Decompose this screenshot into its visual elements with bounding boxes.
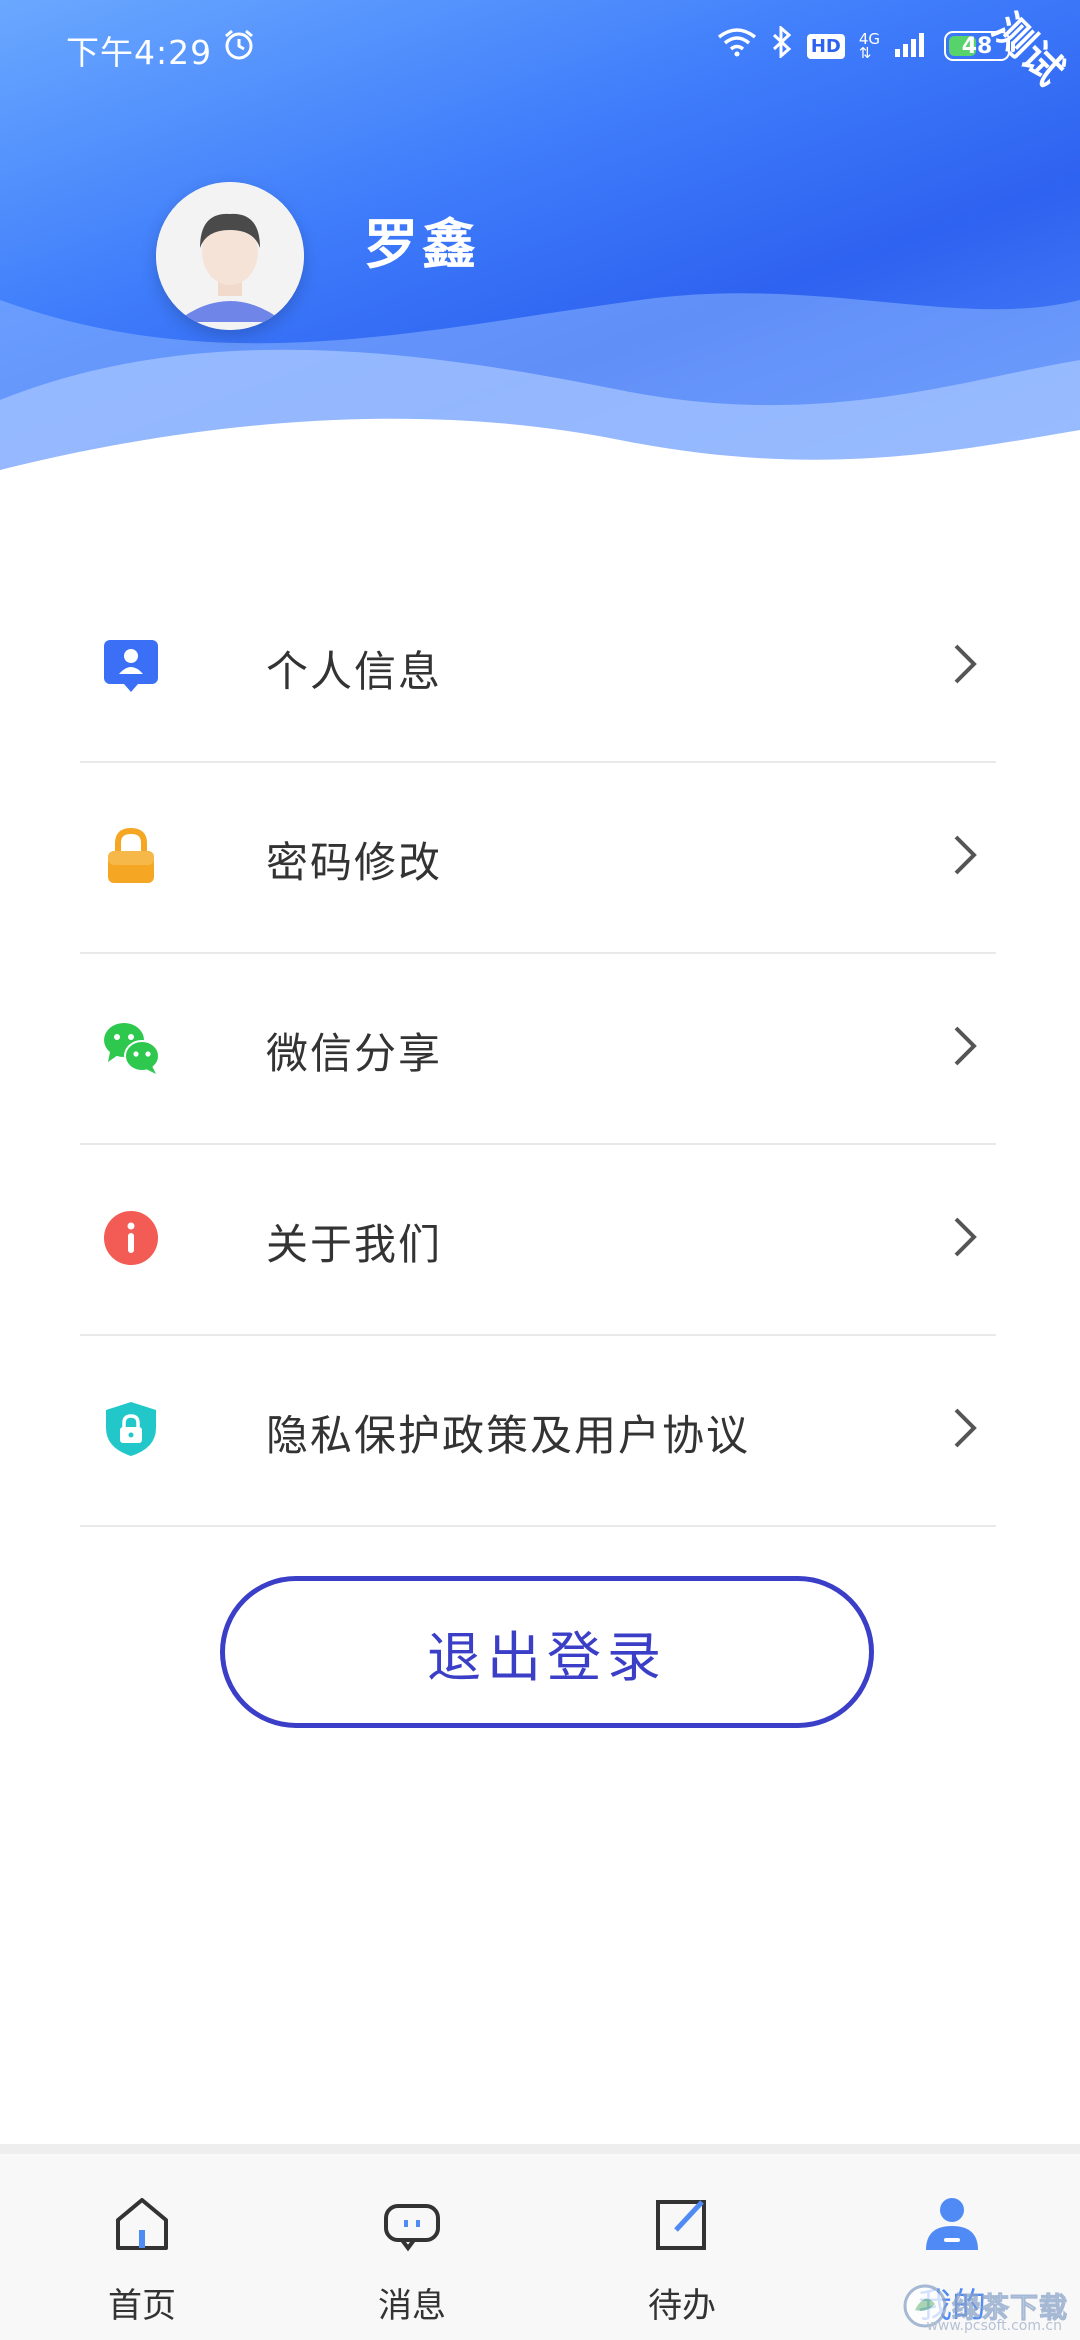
chevron-right-icon — [954, 1217, 977, 1257]
chevron-right-icon — [954, 644, 977, 684]
menu-label: 个人信息 — [266, 647, 443, 696]
home-icon — [116, 2198, 168, 2250]
menu-item-personal-info[interactable]: 个人信息 — [80, 572, 996, 763]
alarm-icon — [222, 28, 256, 70]
menu-item-change-password[interactable]: 密码修改 — [80, 763, 996, 954]
bottom-tab-bar: 首页 消息 待办 我的 绿茶下载 www.pcsoft.com.cn — [0, 2144, 1080, 2340]
tab-home[interactable]: 首页 — [42, 2154, 242, 2340]
menu-label: 关于我们 — [266, 1220, 443, 1269]
tab-label: 消息 — [378, 2286, 446, 2326]
tab-label: 待办 — [648, 2286, 716, 2326]
menu-label: 隐私保护政策及用户协议 — [266, 1411, 751, 1460]
tab-todo[interactable]: 待办 — [582, 2154, 782, 2340]
todo-edit-icon — [656, 2200, 706, 2250]
shield-lock-icon — [106, 1402, 156, 1456]
status-time: 下午4:29 — [66, 33, 213, 72]
menu-label: 微信分享 — [266, 1029, 443, 1078]
tab-label: 首页 — [108, 2286, 176, 2326]
watermark: 绿茶下载 www.pcsoft.com.cn — [902, 2278, 1072, 2334]
profile-header: 下午4:29 HD 4G ⇅ 48 测试 罗鑫 — [0, 0, 1080, 560]
menu-item-about-us[interactable]: 关于我们 — [80, 1145, 996, 1336]
menu-label: 密码修改 — [266, 838, 443, 887]
avatar[interactable] — [156, 182, 304, 330]
profile-icon — [926, 2198, 978, 2250]
hd-badge: HD — [806, 33, 845, 59]
chevron-right-icon — [954, 1026, 977, 1066]
user-name: 罗鑫 — [364, 213, 480, 276]
message-icon — [384, 2204, 440, 2252]
network-type: 4G ⇅ — [858, 30, 880, 62]
wifi-icon — [717, 27, 757, 65]
watermark-url: www.pcsoft.com.cn — [926, 2318, 1062, 2334]
tab-messages[interactable]: 消息 — [312, 2154, 512, 2340]
chevron-right-icon — [954, 835, 977, 875]
user-card-icon — [104, 640, 158, 692]
info-icon — [104, 1211, 158, 1265]
menu-item-wechat-share[interactable]: 微信分享 — [80, 954, 996, 1145]
bluetooth-icon — [771, 24, 793, 66]
signal-icon — [894, 27, 930, 65]
chevron-right-icon — [954, 1408, 977, 1448]
menu-item-privacy-policy[interactable]: 隐私保护政策及用户协议 — [80, 1336, 996, 1527]
status-bar: 下午4:29 HD 4G ⇅ 48 — [0, 0, 1080, 96]
wechat-icon — [104, 1023, 160, 1074]
settings-menu: 个人信息 密码修改 微信分享 关于我们 隐私保护政策及用户协议 — [80, 572, 996, 1527]
logout-button[interactable]: 退出登录 — [220, 1576, 874, 1728]
lock-icon — [108, 827, 154, 883]
